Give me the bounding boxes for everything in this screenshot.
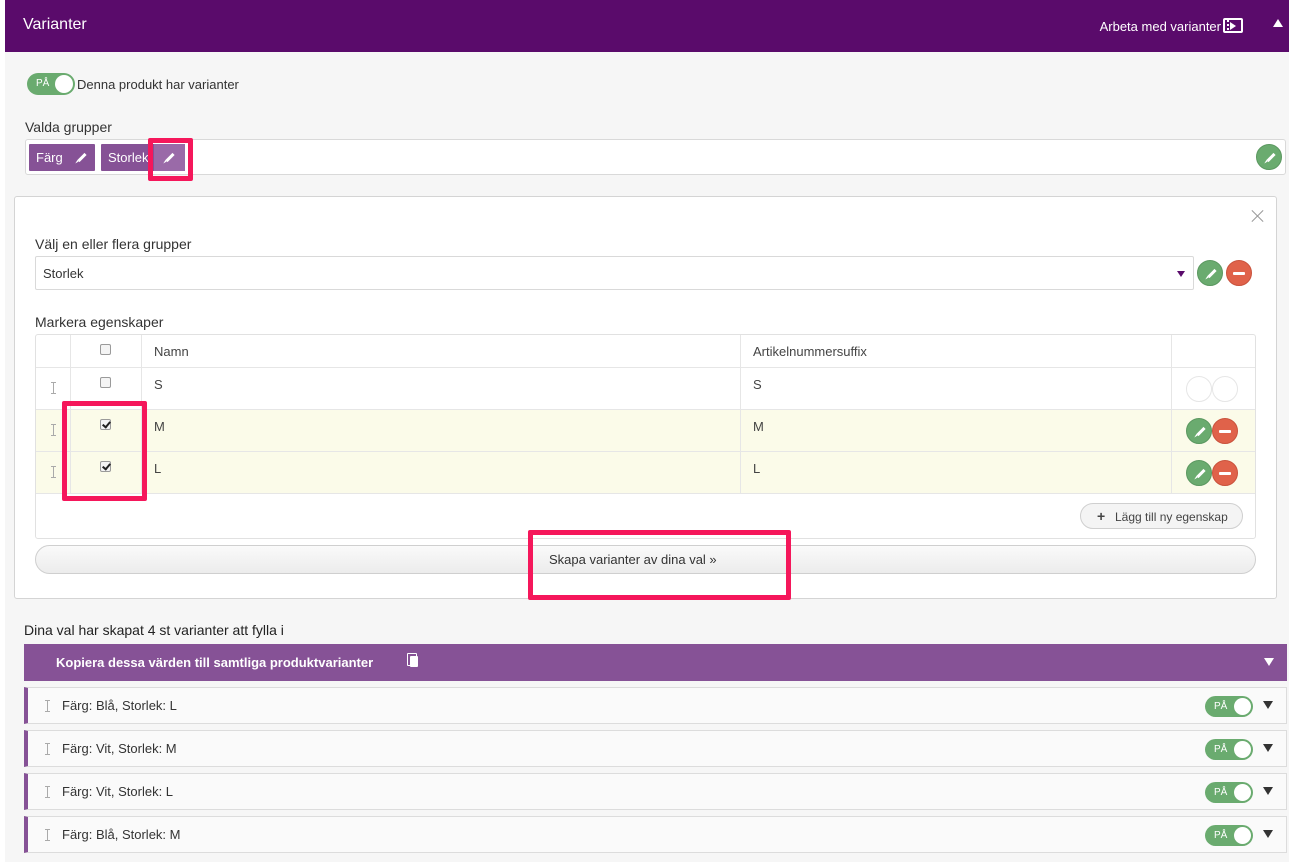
remove-row-button[interactable] bbox=[1212, 376, 1238, 402]
toggle-knob bbox=[1234, 827, 1251, 844]
chevron-down-icon[interactable] bbox=[1263, 744, 1273, 752]
add-property-button[interactable]: + Lägg till ny egenskap bbox=[1080, 503, 1243, 529]
add-property-label: Lägg till ny egenskap bbox=[1115, 510, 1228, 524]
table-row: L L bbox=[36, 452, 1255, 494]
group-chip-label: Storlek bbox=[108, 150, 149, 165]
section-title: Varianter bbox=[23, 16, 87, 33]
remove-row-button[interactable] bbox=[1212, 460, 1238, 486]
pencil-icon bbox=[1266, 152, 1276, 163]
minus-icon bbox=[1219, 472, 1231, 475]
plus-icon: + bbox=[1097, 508, 1106, 524]
chevron-down-icon bbox=[1177, 271, 1185, 277]
column-header-name: Namn bbox=[154, 344, 189, 359]
variant-name: Färg: Vit, Storlek: M bbox=[62, 741, 177, 756]
variant-active-toggle[interactable]: PÅ bbox=[1205, 696, 1253, 717]
highlight-checked-rows bbox=[62, 401, 147, 501]
variant-active-toggle[interactable]: PÅ bbox=[1205, 825, 1253, 846]
variant-row[interactable]: Färg: Vit, Storlek: L PÅ bbox=[24, 773, 1287, 810]
row-name: M bbox=[154, 419, 165, 434]
work-with-variants-link[interactable]: Arbeta med varianter bbox=[1100, 19, 1221, 34]
close-icon[interactable] bbox=[1250, 208, 1266, 224]
variant-row[interactable]: Färg: Blå, Storlek: L PÅ bbox=[24, 687, 1287, 724]
drag-handle-icon[interactable] bbox=[45, 829, 50, 841]
drag-handle-icon[interactable] bbox=[51, 382, 56, 394]
select-all-checkbox[interactable] bbox=[100, 344, 111, 355]
chevron-down-icon[interactable] bbox=[1263, 787, 1273, 795]
pencil-icon bbox=[1196, 468, 1206, 479]
table-row: S S bbox=[36, 368, 1255, 410]
variant-active-toggle[interactable]: PÅ bbox=[1205, 739, 1253, 760]
film-icon[interactable] bbox=[1223, 18, 1243, 33]
select-groups-label: Välj en eller flera grupper bbox=[35, 236, 192, 252]
edit-row-button[interactable] bbox=[1186, 376, 1212, 402]
drag-handle-icon[interactable] bbox=[45, 786, 50, 798]
column-divider bbox=[1171, 335, 1172, 494]
edit-groups-button[interactable] bbox=[1256, 144, 1282, 170]
highlight-create-button bbox=[528, 530, 791, 600]
toggle-state-label: PÅ bbox=[1214, 701, 1228, 712]
has-variants-label: Denna produkt har varianter bbox=[77, 77, 239, 92]
selected-groups-label: Valda grupper bbox=[25, 119, 112, 135]
minus-icon bbox=[1219, 430, 1231, 433]
pencil-icon[interactable] bbox=[77, 152, 87, 163]
group-select-value: Storlek bbox=[43, 266, 84, 281]
row-suffix: M bbox=[753, 419, 764, 434]
remove-group-button[interactable] bbox=[1226, 260, 1252, 286]
toggle-state-label: PÅ bbox=[1214, 787, 1228, 798]
column-header-suffix: Artikelnummersuffix bbox=[753, 344, 867, 359]
variant-name: Färg: Blå, Storlek: M bbox=[62, 827, 181, 842]
toggle-state-label: PÅ bbox=[36, 78, 50, 89]
variants-header: Varianter Arbeta med varianter bbox=[5, 0, 1289, 52]
toggle-knob bbox=[1234, 784, 1251, 801]
variant-name: Färg: Vit, Storlek: L bbox=[62, 784, 174, 799]
chevron-down-icon[interactable] bbox=[1264, 658, 1274, 666]
variants-count-text: Dina val har skapat 4 st varianter att f… bbox=[24, 622, 284, 638]
table-header-row: Namn Artikelnummersuffix bbox=[36, 335, 1255, 368]
drag-handle-icon[interactable] bbox=[45, 743, 50, 755]
drag-handle-icon[interactable] bbox=[51, 424, 56, 436]
group-select[interactable]: Storlek bbox=[35, 256, 1194, 290]
group-chip-farg[interactable]: Färg bbox=[29, 144, 95, 171]
group-chip-label: Färg bbox=[36, 150, 63, 165]
toggle-knob bbox=[55, 75, 73, 93]
copy-values-bar[interactable]: Kopiera dessa värden till samtliga produ… bbox=[24, 644, 1287, 681]
row-name: L bbox=[154, 461, 162, 476]
row-suffix: L bbox=[753, 461, 761, 476]
remove-row-button[interactable] bbox=[1212, 418, 1238, 444]
column-divider bbox=[740, 335, 741, 494]
edit-row-button[interactable] bbox=[1186, 418, 1212, 444]
drag-handle-icon[interactable] bbox=[45, 700, 50, 712]
toggle-knob bbox=[1234, 698, 1251, 715]
highlight-edit-storlek bbox=[148, 138, 193, 181]
pencil-icon bbox=[1196, 426, 1206, 437]
row-checkbox[interactable] bbox=[100, 377, 111, 388]
toggle-state-label: PÅ bbox=[1214, 744, 1228, 755]
variant-row[interactable]: Färg: Blå, Storlek: M PÅ bbox=[24, 816, 1287, 853]
table-row: M M bbox=[36, 410, 1255, 452]
drag-handle-icon[interactable] bbox=[51, 466, 56, 478]
toggle-state-label: PÅ bbox=[1214, 830, 1228, 841]
minus-icon bbox=[1233, 272, 1245, 275]
copy-values-label: Kopiera dessa värden till samtliga produ… bbox=[56, 655, 374, 670]
properties-table: Namn Artikelnummersuffix S S M M L L bbox=[35, 334, 1256, 539]
edit-group-button[interactable] bbox=[1197, 260, 1223, 286]
selected-groups-field[interactable]: Färg Storlek bbox=[25, 139, 1286, 175]
variant-active-toggle[interactable]: PÅ bbox=[1205, 782, 1253, 803]
collapse-arrow-icon[interactable] bbox=[1273, 19, 1283, 27]
edit-row-button[interactable] bbox=[1186, 460, 1212, 486]
variant-name: Färg: Blå, Storlek: L bbox=[62, 698, 177, 713]
chevron-down-icon[interactable] bbox=[1263, 701, 1273, 709]
has-variants-toggle[interactable]: PÅ bbox=[27, 73, 75, 95]
row-suffix: S bbox=[753, 377, 762, 392]
row-name: S bbox=[154, 377, 163, 392]
copy-icon bbox=[407, 653, 418, 667]
mark-properties-label: Markera egenskaper bbox=[35, 314, 164, 330]
variant-row[interactable]: Färg: Vit, Storlek: M PÅ bbox=[24, 730, 1287, 767]
chevron-down-icon[interactable] bbox=[1263, 830, 1273, 838]
toggle-knob bbox=[1234, 741, 1251, 758]
pencil-icon bbox=[1207, 268, 1217, 279]
